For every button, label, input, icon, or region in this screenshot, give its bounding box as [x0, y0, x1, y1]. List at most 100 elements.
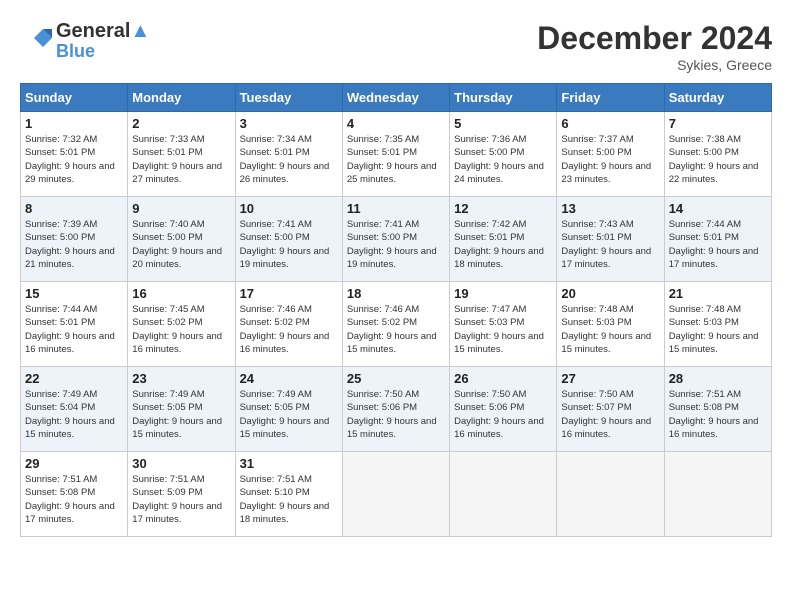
day-info: Sunrise: 7:36 AMSunset: 5:00 PMDaylight:… — [454, 133, 552, 186]
day-number: 30 — [132, 456, 230, 471]
calendar-week-row: 29Sunrise: 7:51 AMSunset: 5:08 PMDayligh… — [21, 452, 772, 537]
day-number: 2 — [132, 116, 230, 131]
day-info: Sunrise: 7:42 AMSunset: 5:01 PMDaylight:… — [454, 218, 552, 271]
day-info: Sunrise: 7:51 AMSunset: 5:08 PMDaylight:… — [669, 388, 767, 441]
day-info: Sunrise: 7:50 AMSunset: 5:07 PMDaylight:… — [561, 388, 659, 441]
day-number: 13 — [561, 201, 659, 216]
calendar-cell: 21 Sunrise: 7:48 AMSunset: 5:03 PMDayligh… — [664, 282, 771, 367]
calendar-cell: 11 Sunrise: 7:41 AMSunset: 5:00 PMDayligh… — [342, 197, 449, 282]
calendar-cell: 22 Sunrise: 7:49 AMSunset: 5:04 PMDayligh… — [21, 367, 128, 452]
calendar-cell: 9 Sunrise: 7:40 AMSunset: 5:00 PMDaylight… — [128, 197, 235, 282]
day-info: Sunrise: 7:39 AMSunset: 5:00 PMDaylight:… — [25, 218, 123, 271]
calendar-header-thursday: Thursday — [450, 84, 557, 112]
location: Sykies, Greece — [537, 57, 772, 73]
calendar-week-row: 15 Sunrise: 7:44 AMSunset: 5:01 PMDayligh… — [21, 282, 772, 367]
logo-text-line1: General▲ — [56, 20, 150, 42]
calendar-cell: 27 Sunrise: 7:50 AMSunset: 5:07 PMDayligh… — [557, 367, 664, 452]
calendar-cell: 29Sunrise: 7:51 AMSunset: 5:08 PMDayligh… — [21, 452, 128, 537]
day-number: 5 — [454, 116, 552, 131]
day-info: Sunrise: 7:37 AMSunset: 5:00 PMDaylight:… — [561, 133, 659, 186]
calendar-week-row: 22 Sunrise: 7:49 AMSunset: 5:04 PMDayligh… — [21, 367, 772, 452]
day-info: Sunrise: 7:50 AMSunset: 5:06 PMDaylight:… — [347, 388, 445, 441]
calendar-header-friday: Friday — [557, 84, 664, 112]
day-info: Sunrise: 7:44 AMSunset: 5:01 PMDaylight:… — [25, 303, 123, 356]
day-info: Sunrise: 7:44 AMSunset: 5:01 PMDaylight:… — [669, 218, 767, 271]
day-number: 27 — [561, 371, 659, 386]
calendar-header-wednesday: Wednesday — [342, 84, 449, 112]
title-block: December 2024 Sykies, Greece — [537, 20, 772, 73]
day-number: 17 — [240, 286, 338, 301]
day-number: 21 — [669, 286, 767, 301]
calendar-cell: 18Sunrise: 7:46 AMSunset: 5:02 PMDayligh… — [342, 282, 449, 367]
day-info: Sunrise: 7:40 AMSunset: 5:00 PMDaylight:… — [132, 218, 230, 271]
day-number: 23 — [132, 371, 230, 386]
day-info: Sunrise: 7:43 AMSunset: 5:01 PMDaylight:… — [561, 218, 659, 271]
day-info: Sunrise: 7:48 AMSunset: 5:03 PMDaylight:… — [669, 303, 767, 356]
calendar-table: SundayMondayTuesdayWednesdayThursdayFrid… — [20, 83, 772, 537]
calendar-cell: 17Sunrise: 7:46 AMSunset: 5:02 PMDayligh… — [235, 282, 342, 367]
day-info: Sunrise: 7:51 AMSunset: 5:10 PMDaylight:… — [240, 473, 338, 526]
calendar-cell: 2 Sunrise: 7:33 AMSunset: 5:01 PMDaylight… — [128, 112, 235, 197]
day-number: 12 — [454, 201, 552, 216]
day-number: 8 — [25, 201, 123, 216]
day-number: 24 — [240, 371, 338, 386]
logo: General▲ Blue — [20, 20, 150, 62]
day-number: 28 — [669, 371, 767, 386]
day-info: Sunrise: 7:41 AMSunset: 5:00 PMDaylight:… — [347, 218, 445, 271]
calendar-cell — [450, 452, 557, 537]
day-number: 29 — [25, 456, 123, 471]
day-info: Sunrise: 7:33 AMSunset: 5:01 PMDaylight:… — [132, 133, 230, 186]
logo-icon — [22, 23, 52, 53]
month-year: December 2024 — [537, 20, 772, 57]
calendar-week-row: 1 Sunrise: 7:32 AMSunset: 5:01 PMDaylight… — [21, 112, 772, 197]
calendar-cell: 6Sunrise: 7:37 AMSunset: 5:00 PMDaylight… — [557, 112, 664, 197]
calendar-cell: 10 Sunrise: 7:41 AMSunset: 5:00 PMDayligh… — [235, 197, 342, 282]
calendar-cell: 1 Sunrise: 7:32 AMSunset: 5:01 PMDaylight… — [21, 112, 128, 197]
calendar-cell: 20Sunrise: 7:48 AMSunset: 5:03 PMDayligh… — [557, 282, 664, 367]
day-number: 25 — [347, 371, 445, 386]
calendar-cell — [342, 452, 449, 537]
calendar-cell: 16Sunrise: 7:45 AMSunset: 5:02 PMDayligh… — [128, 282, 235, 367]
calendar-cell: 26 Sunrise: 7:50 AMSunset: 5:06 PMDayligh… — [450, 367, 557, 452]
day-number: 9 — [132, 201, 230, 216]
day-number: 10 — [240, 201, 338, 216]
day-number: 14 — [669, 201, 767, 216]
calendar-header-sunday: Sunday — [21, 84, 128, 112]
day-number: 11 — [347, 201, 445, 216]
day-info: Sunrise: 7:41 AMSunset: 5:00 PMDaylight:… — [240, 218, 338, 271]
day-number: 7 — [669, 116, 767, 131]
day-info: Sunrise: 7:49 AMSunset: 5:04 PMDaylight:… — [25, 388, 123, 441]
day-number: 1 — [25, 116, 123, 131]
day-info: Sunrise: 7:49 AMSunset: 5:05 PMDaylight:… — [240, 388, 338, 441]
day-number: 16 — [132, 286, 230, 301]
calendar-header-monday: Monday — [128, 84, 235, 112]
calendar-cell: 5 Sunrise: 7:36 AMSunset: 5:00 PMDaylight… — [450, 112, 557, 197]
calendar-cell — [664, 452, 771, 537]
day-number: 3 — [240, 116, 338, 131]
day-info: Sunrise: 7:32 AMSunset: 5:01 PMDaylight:… — [25, 133, 123, 186]
calendar-cell: 4Sunrise: 7:35 AMSunset: 5:01 PMDaylight… — [342, 112, 449, 197]
calendar-week-row: 8 Sunrise: 7:39 AMSunset: 5:00 PMDaylight… — [21, 197, 772, 282]
calendar-cell: 14 Sunrise: 7:44 AMSunset: 5:01 PMDayligh… — [664, 197, 771, 282]
calendar-cell: 8 Sunrise: 7:39 AMSunset: 5:00 PMDaylight… — [21, 197, 128, 282]
day-number: 26 — [454, 371, 552, 386]
calendar-cell: 23Sunrise: 7:49 AMSunset: 5:05 PMDayligh… — [128, 367, 235, 452]
day-info: Sunrise: 7:51 AMSunset: 5:09 PMDaylight:… — [132, 473, 230, 526]
day-number: 22 — [25, 371, 123, 386]
calendar-body: 1 Sunrise: 7:32 AMSunset: 5:01 PMDaylight… — [21, 112, 772, 537]
calendar-header-row: SundayMondayTuesdayWednesdayThursdayFrid… — [21, 84, 772, 112]
calendar-cell: 3 Sunrise: 7:34 AMSunset: 5:01 PMDaylight… — [235, 112, 342, 197]
calendar-cell: 12 Sunrise: 7:42 AMSunset: 5:01 PMDayligh… — [450, 197, 557, 282]
calendar-cell: 28 Sunrise: 7:51 AMSunset: 5:08 PMDayligh… — [664, 367, 771, 452]
day-info: Sunrise: 7:50 AMSunset: 5:06 PMDaylight:… — [454, 388, 552, 441]
day-info: Sunrise: 7:48 AMSunset: 5:03 PMDaylight:… — [561, 303, 659, 356]
day-number: 15 — [25, 286, 123, 301]
day-info: Sunrise: 7:38 AMSunset: 5:00 PMDaylight:… — [669, 133, 767, 186]
day-number: 19 — [454, 286, 552, 301]
calendar-cell: 25 Sunrise: 7:50 AMSunset: 5:06 PMDayligh… — [342, 367, 449, 452]
day-number: 18 — [347, 286, 445, 301]
page-header: General▲ Blue December 2024 Sykies, Gree… — [20, 20, 772, 73]
calendar-header-saturday: Saturday — [664, 84, 771, 112]
day-info: Sunrise: 7:34 AMSunset: 5:01 PMDaylight:… — [240, 133, 338, 186]
calendar-header-tuesday: Tuesday — [235, 84, 342, 112]
